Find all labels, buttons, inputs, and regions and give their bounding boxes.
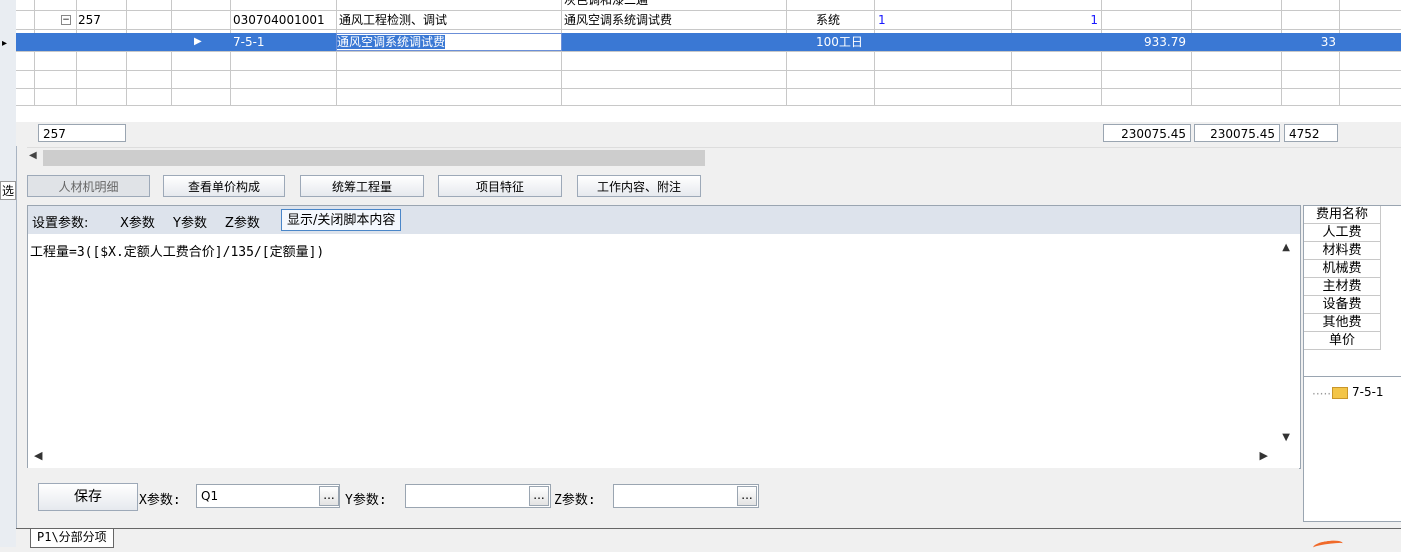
fee-item[interactable]: 材料费 [1304,242,1381,260]
data-grid: 灰色调和漆二遍 − 257 030704001001 通风工程检测、调试 通风空… [16,0,1401,123]
editor-toolbar: 设置参数: X参数 Y参数 Z参数 显示/关闭脚本内容 [28,206,1300,234]
collapse-icon[interactable]: − [61,15,71,25]
x-param-label: X参数: [139,493,181,508]
select-label[interactable]: 选 [0,181,17,200]
table-row[interactable] [16,87,1401,106]
fee-item[interactable]: 主材费 [1304,278,1381,296]
cell-desc: 通风空调系统调试费 [564,13,673,27]
script-editor-panel: 设置参数: X参数 Y参数 Z参数 显示/关闭脚本内容 工程量=3([$X.定额… [27,205,1301,469]
y-param-browse-button[interactable]: ... [529,486,549,506]
y-param-label: Y参数: [345,493,387,508]
folder-icon [1332,387,1348,399]
sheet-tab-bar: P1\分部分项 [16,528,1401,552]
summary-total-3: 4752 [1284,124,1338,142]
toolbar-label: 设置参数: [32,216,89,231]
decoration-mark [1312,538,1344,552]
scroll-left-icon[interactable]: ◀ [34,449,42,462]
cell-id: 257 [78,13,101,27]
item-icon: ▶ [194,36,202,47]
summary-total-1: 230075.45 [1103,124,1191,142]
tab-quantity-planning[interactable]: 统筹工程量 [300,175,424,197]
formula-text[interactable]: 工程量=3([$X.定额人工费合价]/135/[定额量]) [30,241,324,260]
cell-code: 7-5-1 [233,35,265,49]
fee-item[interactable]: 其他费 [1304,314,1381,332]
x-param-button[interactable]: X参数 [120,212,155,231]
table-row[interactable]: 灰色调和漆二遍 [16,0,1401,11]
scroll-down-icon[interactable]: ▼ [1282,432,1290,443]
row-indicator-icon: ▸ [2,38,8,49]
cell-qty2: 1 [1090,13,1098,27]
summary-id: 257 [38,124,126,142]
toggle-script-button[interactable]: 显示/关闭脚本内容 [281,209,402,231]
cell-unit: 100工日 [816,35,863,49]
horizontal-scrollbar[interactable]: ◀ [27,147,1401,168]
cell-extra: 33 [1320,35,1336,49]
z-param-label: Z参数: [554,493,596,508]
cell-desc: 灰色调和漆二遍 [564,0,649,7]
cell-qty: 1 [878,13,886,27]
table-row-selected[interactable]: ▶ 7-5-1 通风空调系统调试费 100工日 933.79 33 [16,33,1401,52]
summary-total-2: 230075.45 [1194,124,1280,142]
z-param-browse-button[interactable]: ... [737,486,757,506]
scroll-right-icon[interactable]: ▶ [1260,449,1268,462]
save-button[interactable]: 保存 [38,483,138,511]
scroll-up-icon[interactable]: ▲ [1282,242,1290,253]
sheet-tab[interactable]: P1\分部分项 [30,529,114,548]
tree-item-label[interactable]: 7-5-1 [1352,385,1384,399]
y-param-button[interactable]: Y参数 [173,212,207,231]
cell-name-edit[interactable]: 通风空调系统调试费 [336,33,562,51]
table-row[interactable]: − 257 030704001001 通风工程检测、调试 通风空调系统调试费 系… [16,11,1401,30]
fee-panel: 费用名称 人工费 材料费 机械费 主材费 设备费 其他费 单价 ····· 7-… [1303,205,1401,522]
scroll-thumb[interactable] [43,150,705,166]
fee-item[interactable]: 设备费 [1304,296,1381,314]
tab-labor-material-machine[interactable]: 人材机明细 [27,175,150,197]
cell-code: 030704001001 [233,13,325,27]
fee-item[interactable]: 机械费 [1304,260,1381,278]
cell-price: 933.79 [1144,35,1186,49]
fee-header: 费用名称 [1304,206,1381,224]
param-bar: 保存 X参数: Q1 ... Y参数: ... Z参数: ... [27,468,1299,520]
z-param-button[interactable]: Z参数 [225,212,260,231]
tab-work-content[interactable]: 工作内容、附注 [577,175,701,197]
scroll-left-icon[interactable]: ◀ [29,150,37,161]
cell-unit: 系统 [816,13,841,27]
tab-item-features[interactable]: 项目特征 [438,175,562,197]
table-row[interactable] [16,52,1401,71]
fee-tree: ····· 7-5-1 [1304,376,1401,477]
summary-bar: 257 230075.45 230075.45 4752 [16,122,1401,146]
fee-item[interactable]: 单价 [1304,332,1381,350]
fee-item[interactable]: 人工费 [1304,224,1381,242]
left-gutter: 选 [0,0,17,547]
tab-unit-price-composition[interactable]: 查看单价构成 [163,175,285,197]
cell-name: 通风工程检测、调试 [339,13,448,27]
x-param-browse-button[interactable]: ... [319,486,339,506]
